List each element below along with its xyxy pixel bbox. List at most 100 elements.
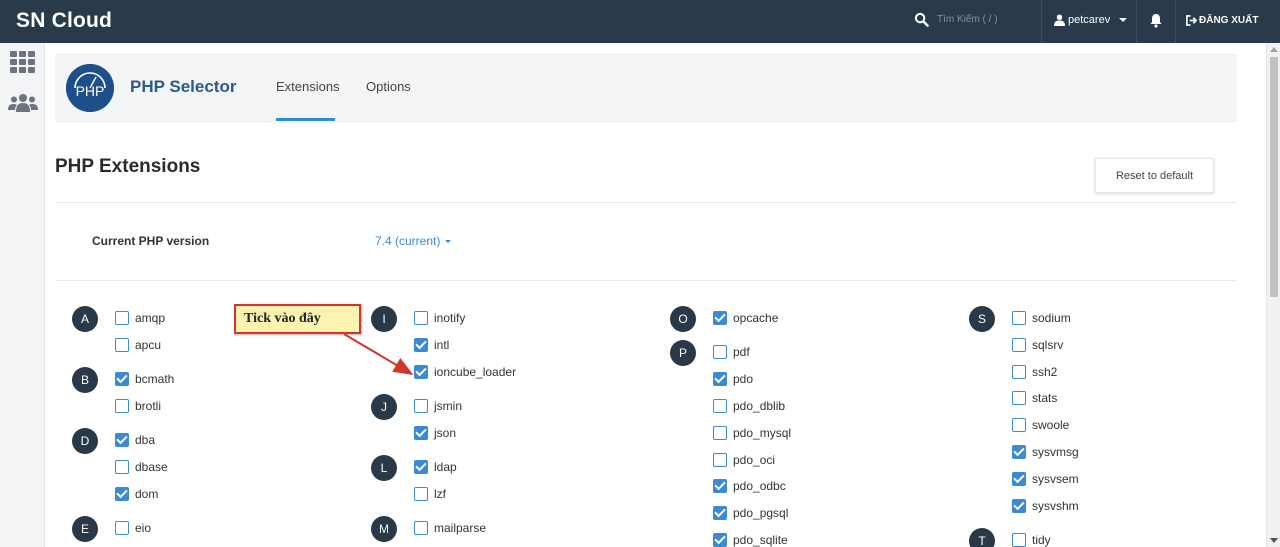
extension-checkbox[interactable]	[115, 433, 129, 447]
plugin-title: PHP Selector	[130, 77, 237, 96]
extension-pdo[interactable]: pdo	[713, 372, 753, 386]
extension-checkbox[interactable]	[713, 345, 727, 359]
scroll-up-arrow-icon[interactable]	[1270, 47, 1278, 52]
extension-ssh2[interactable]: ssh2	[1012, 365, 1057, 379]
extension-checkbox[interactable]	[414, 338, 428, 352]
letter-badge-m: M	[371, 516, 397, 542]
extension-checkbox[interactable]	[414, 521, 428, 535]
extension-sqlsrv[interactable]: sqlsrv	[1012, 338, 1063, 352]
extension-checkbox[interactable]	[713, 426, 727, 440]
php-version-select[interactable]: 7.4 (current)	[375, 234, 452, 248]
extension-checkbox[interactable]	[713, 399, 727, 413]
extension-sysvshm[interactable]: sysvshm	[1012, 499, 1079, 513]
extension-checkbox[interactable]	[713, 533, 727, 547]
extension-ioncube-loader[interactable]: ioncube_loader	[414, 365, 516, 379]
extension-checkbox[interactable]	[1012, 445, 1026, 459]
extension-checkbox[interactable]	[115, 460, 129, 474]
extension-ldap[interactable]: ldap	[414, 460, 457, 474]
scroll-down-arrow-icon[interactable]	[1270, 538, 1278, 543]
extension-label: sysvsem	[1032, 472, 1079, 486]
extension-sodium[interactable]: sodium	[1012, 311, 1071, 325]
extension-checkbox[interactable]	[1012, 391, 1026, 405]
users-button[interactable]	[8, 93, 38, 118]
letter-badge-a: A	[72, 306, 98, 332]
extension-pdo-mysql[interactable]: pdo_mysql	[713, 426, 791, 440]
extension-checkbox[interactable]	[713, 506, 727, 520]
page-scrollbar[interactable]	[1266, 43, 1280, 547]
extension-stats[interactable]: stats	[1012, 391, 1057, 405]
extension-checkbox[interactable]	[414, 426, 428, 440]
extension-brotli[interactable]: brotli	[115, 399, 161, 413]
search-input[interactable]	[937, 14, 1047, 25]
extension-label: stats	[1032, 391, 1058, 405]
extension-checkbox[interactable]	[1012, 365, 1026, 379]
extension-label: swoole	[1032, 418, 1070, 432]
extension-mailparse[interactable]: mailparse	[414, 521, 486, 535]
brand-logo[interactable]: SN Cloud	[16, 9, 112, 33]
extension-checkbox[interactable]	[713, 311, 727, 325]
extension-pdf[interactable]: pdf	[713, 345, 750, 359]
extension-intl[interactable]: intl	[414, 338, 449, 352]
extension-label: tidy	[1032, 533, 1051, 547]
extension-tidy[interactable]: tidy	[1012, 533, 1051, 547]
extension-lzf[interactable]: lzf	[414, 487, 446, 501]
reset-to-default-button[interactable]: Reset to default	[1095, 158, 1214, 193]
extension-pdo-odbc[interactable]: pdo_odbc	[713, 479, 786, 493]
extension-checkbox[interactable]	[713, 453, 727, 467]
extension-jsmin[interactable]: jsmin	[414, 399, 462, 413]
extension-label: opcache	[733, 311, 779, 325]
extension-label: brotli	[135, 399, 162, 413]
extension-checkbox[interactable]	[414, 311, 428, 325]
extension-checkbox[interactable]	[1012, 472, 1026, 486]
extension-checkbox[interactable]	[1012, 418, 1026, 432]
extension-checkbox[interactable]	[115, 372, 129, 386]
extension-opcache[interactable]: opcache	[713, 311, 778, 325]
extension-checkbox[interactable]	[414, 460, 428, 474]
letter-badge-t: T	[969, 528, 995, 547]
logout-button[interactable]: ĐĂNG XUẤT	[1186, 15, 1258, 26]
extension-label: ioncube_loader	[434, 365, 517, 379]
extension-label: pdo_sqlite	[733, 533, 788, 547]
extension-json[interactable]: json	[414, 426, 456, 440]
extension-checkbox[interactable]	[1012, 533, 1026, 547]
extension-checkbox[interactable]	[115, 487, 129, 501]
extension-checkbox[interactable]	[115, 338, 129, 352]
extension-inotify[interactable]: inotify	[414, 311, 465, 325]
extension-pdo-oci[interactable]: pdo_oci	[713, 453, 775, 467]
extension-amqp[interactable]: amqp	[115, 311, 165, 325]
extension-swoole[interactable]: swoole	[1012, 418, 1069, 432]
extension-checkbox[interactable]	[115, 399, 129, 413]
extension-pdo-dblib[interactable]: pdo_dblib	[713, 399, 785, 413]
user-menu[interactable]: petcarev	[1054, 14, 1128, 26]
letter-badge-e: E	[72, 516, 98, 542]
extension-checkbox[interactable]	[414, 399, 428, 413]
extension-checkbox[interactable]	[1012, 311, 1026, 325]
php-logo-text: PHP	[76, 83, 105, 99]
extension-dom[interactable]: dom	[115, 487, 158, 501]
extension-checkbox[interactable]	[414, 487, 428, 501]
divider	[55, 202, 1237, 203]
tab-options[interactable]: Options	[366, 79, 411, 94]
extension-sysvmsg[interactable]: sysvmsg	[1012, 445, 1079, 459]
tab-extensions[interactable]: Extensions	[276, 79, 340, 94]
extension-checkbox[interactable]	[115, 311, 129, 325]
scroll-thumb[interactable]	[1270, 57, 1278, 297]
extension-checkbox[interactable]	[414, 365, 428, 379]
extension-checkbox[interactable]	[1012, 499, 1026, 513]
notifications-button[interactable]	[1149, 13, 1163, 33]
extension-pdo-pgsql[interactable]: pdo_pgsql	[713, 506, 788, 520]
extension-pdo-sqlite[interactable]: pdo_sqlite	[713, 533, 788, 547]
extension-dba[interactable]: dba	[115, 433, 155, 447]
extension-dbase[interactable]: dbase	[115, 460, 168, 474]
extension-apcu[interactable]: apcu	[115, 338, 161, 352]
extension-label: dom	[135, 487, 159, 501]
extension-checkbox[interactable]	[1012, 338, 1026, 352]
apps-grid-button[interactable]	[10, 51, 36, 78]
extension-bcmath[interactable]: bcmath	[115, 372, 174, 386]
extension-checkbox[interactable]	[713, 372, 727, 386]
extension-eio[interactable]: eio	[115, 521, 151, 535]
extension-sysvsem[interactable]: sysvsem	[1012, 472, 1079, 486]
extension-checkbox[interactable]	[713, 479, 727, 493]
search-box[interactable]	[914, 12, 1047, 27]
extension-checkbox[interactable]	[115, 521, 129, 535]
